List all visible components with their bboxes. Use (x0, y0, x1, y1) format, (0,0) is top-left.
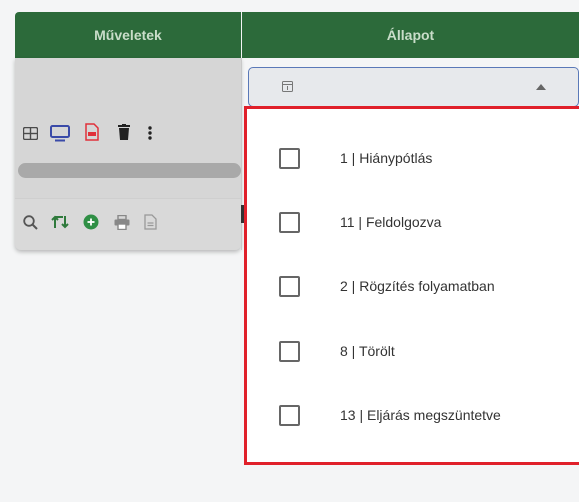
option-label: 8 | Törölt (340, 343, 395, 359)
operations-panel (15, 58, 241, 250)
state-options-dropdown: 1 | Hiánypótlás 11 | Feldolgozva 2 | Rög… (244, 106, 579, 465)
search-icon[interactable] (21, 213, 39, 231)
state-header-label: Állapot (386, 27, 435, 43)
option-checkbox[interactable] (279, 404, 300, 426)
option-checkbox[interactable] (279, 147, 300, 169)
select-all-icon[interactable] (281, 80, 293, 92)
list-item[interactable]: 11 | Feldolgozva (247, 202, 579, 242)
operations-header-label: Műveletek (94, 27, 162, 43)
add-circle-icon[interactable] (82, 213, 100, 231)
document-icon[interactable] (142, 213, 158, 231)
print-icon[interactable] (113, 213, 131, 231)
horizontal-scrollbar[interactable] (18, 163, 241, 178)
list-item[interactable]: 13 | Eljárás megszüntetve (247, 395, 579, 435)
column-header-operations: Műveletek (15, 12, 241, 58)
option-checkbox[interactable] (279, 275, 300, 297)
trash-icon[interactable] (116, 122, 132, 142)
list-item[interactable]: 8 | Törölt (247, 331, 579, 371)
operations-toolbar-row (15, 198, 241, 250)
state-filter-select[interactable] (248, 67, 579, 107)
option-label: 1 | Hiánypótlás (340, 150, 433, 166)
option-label: 13 | Eljárás megszüntetve (340, 407, 501, 423)
list-item[interactable]: 1 | Hiánypótlás (247, 138, 579, 178)
monitor-icon[interactable] (50, 123, 70, 143)
list-item[interactable]: 2 | Rögzítés folyamatban (247, 266, 579, 306)
more-vertical-icon[interactable] (145, 124, 155, 142)
option-checkbox[interactable] (279, 211, 300, 233)
table-icon[interactable] (22, 125, 38, 141)
table-view: Műveletek Állapot 1 | Hiánypótlás 11 | F… (0, 0, 579, 502)
swap-icon[interactable] (49, 213, 71, 231)
option-label: 2 | Rögzítés folyamatban (340, 278, 495, 294)
pdf-icon[interactable] (84, 122, 100, 142)
option-checkbox[interactable] (279, 340, 300, 362)
chevron-up-icon[interactable] (535, 83, 547, 91)
column-header-state[interactable]: Állapot (242, 12, 579, 58)
option-label: 11 | Feldolgozva (340, 214, 442, 230)
